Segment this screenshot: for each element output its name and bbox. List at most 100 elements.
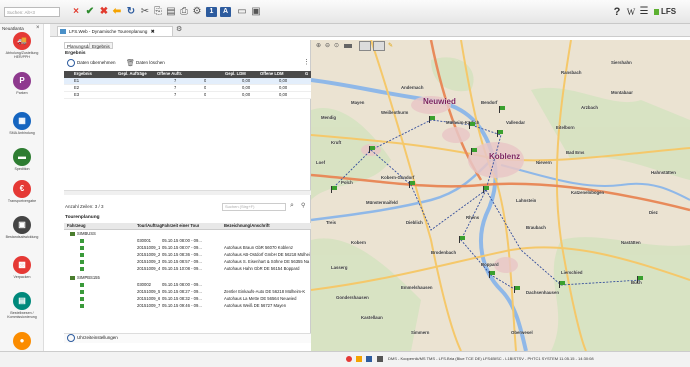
- flag-icon[interactable]: [409, 181, 415, 188]
- sidebar-item[interactable]: 🚚 Abholung/Zustellung HER/PPH: [0, 32, 44, 59]
- col-header[interactable]: Bezeichnung/Anschrift: [224, 223, 270, 229]
- tab-close-icon[interactable]: ✖: [151, 29, 155, 35]
- table-row[interactable]: E3 7 0 0,00 0,00: [64, 92, 311, 99]
- sidebar-item[interactable]: ●: [0, 332, 44, 351]
- more-menu-icon[interactable]: ⋮: [303, 58, 310, 66]
- filter-icon[interactable]: ⚲: [301, 202, 305, 209]
- col-header[interactable]: Fahrzeug: [67, 223, 86, 229]
- flag-icon[interactable]: [497, 130, 503, 137]
- tour-row[interactable]: 20151009_1 05.10.15 08:07 - 09... Autohaus…: [64, 245, 311, 251]
- help-icon[interactable]: ?: [612, 6, 622, 18]
- map-view[interactable]: Andernach Neuwied Bendorf Koblenz Lahnstein B…: [311, 40, 690, 351]
- map-canvas[interactable]: [311, 40, 690, 351]
- flag-icon[interactable]: [637, 276, 643, 283]
- truck-icon: 🚚: [13, 32, 31, 50]
- paste-icon[interactable]: ▤: [165, 6, 177, 18]
- monitor-icon[interactable]: [377, 356, 383, 362]
- flag-icon[interactable]: [369, 146, 375, 153]
- clock-icon[interactable]: [67, 334, 75, 342]
- subtab-ergebnis[interactable]: Ergebnis: [89, 42, 113, 49]
- trash-icon[interactable]: 🗑: [126, 59, 135, 67]
- zoom-icon[interactable]: ⊙: [334, 42, 339, 49]
- flag-icon[interactable]: [469, 122, 475, 129]
- cancel-icon[interactable]: ✖: [98, 6, 110, 18]
- layer-icon[interactable]: [373, 41, 385, 51]
- sq-button-a[interactable]: A: [220, 7, 231, 17]
- warning-icon[interactable]: [356, 356, 362, 362]
- flag-icon[interactable]: [459, 236, 465, 243]
- flag-icon[interactable]: [331, 186, 337, 193]
- table-row[interactable]: E1 7 0 0,00 0,00: [64, 78, 311, 85]
- take-over-button[interactable]: Daten übernehmen: [77, 60, 116, 65]
- sidebar-item[interactable]: ▤ Bestellwesen / Kommissionierung: [0, 292, 44, 319]
- search-input[interactable]: Suchen: Alt+3: [4, 7, 60, 17]
- tour-row[interactable]: 20151009_7 05.10.15 09:46 - 09... Autohaus…: [64, 303, 311, 309]
- flag-icon[interactable]: [471, 148, 477, 155]
- zoom-out-icon[interactable]: ⊖: [325, 42, 330, 49]
- table-cell: 0,00: [242, 92, 251, 97]
- tour-group[interactable]: SIMBUSS: [64, 231, 311, 237]
- cut-icon[interactable]: ✂: [139, 6, 151, 18]
- tab-tourenplanung[interactable]: LFS.Web - Dynamische Tourenplanung ✖: [57, 26, 173, 36]
- flag-icon: [80, 260, 84, 264]
- sidebar-item[interactable]: ▦ SMA Anbindung: [0, 112, 44, 135]
- sidebar-item[interactable]: € Transportvergabe: [0, 180, 44, 203]
- close-icon[interactable]: ×: [72, 6, 80, 18]
- flag-icon[interactable]: [429, 116, 435, 123]
- h-scrollbar[interactable]: [64, 190, 311, 195]
- flag-icon[interactable]: [489, 271, 495, 278]
- document-icon[interactable]: ▭: [236, 6, 248, 18]
- settings-icon[interactable]: ⚙: [191, 6, 203, 18]
- col-header[interactable]: Offene LDM: [260, 71, 284, 77]
- tour-row[interactable]: 20151009_6 05.10.15 08:32 - 09... Autohaus…: [64, 296, 311, 302]
- sidebar-close-icon[interactable]: ×: [36, 25, 40, 31]
- menu-icon[interactable]: ☰: [638, 6, 650, 18]
- col-header[interactable]: Gepl. Aufträge: [118, 71, 147, 77]
- ruler-icon[interactable]: [344, 44, 352, 48]
- tour-row[interactable]: 20151009_2 05.10.15 08:36 - 09... Autohaus…: [64, 252, 311, 258]
- take-over-icon[interactable]: [67, 59, 75, 67]
- sidebar-item[interactable]: ▣ Bestandsabwicklung: [0, 216, 44, 239]
- col-header[interactable]: Fahrzeit einer Tour: [162, 223, 199, 229]
- delete-button[interactable]: Daten löschen: [136, 60, 165, 65]
- col-header[interactable]: Tour/Auftrag: [137, 223, 162, 229]
- tour-row[interactable]: 030002 05.10.15 08:00 - 09...: [64, 282, 311, 288]
- tour-row[interactable]: 20151009_5 05.10.15 08:27 - 09... Zentler …: [64, 289, 311, 295]
- monitor-icon[interactable]: ▣: [250, 6, 262, 18]
- info-icon[interactable]: [366, 356, 372, 362]
- sidebar-item[interactable]: P Parken: [0, 72, 44, 95]
- refresh-icon[interactable]: ↻: [125, 6, 137, 18]
- table-row[interactable]: E2 7 0 0,00 0,00: [64, 85, 311, 92]
- check-icon[interactable]: ✔: [84, 6, 96, 18]
- flag-icon[interactable]: [514, 286, 520, 293]
- flag-icon[interactable]: [483, 186, 489, 193]
- sidebar-item[interactable]: ▬ Spedition: [0, 148, 44, 171]
- tour-row[interactable]: 20151009_3 05.10.15 08:57 - 09... Autohaus…: [64, 259, 311, 265]
- flag-icon[interactable]: [499, 106, 505, 113]
- col-header[interactable]: Gepl. LDM: [225, 71, 246, 77]
- calendar-icon: ▦: [13, 112, 31, 130]
- print-icon[interactable]: ⎙: [178, 6, 190, 18]
- tour-group[interactable]: SIMPBS155: [64, 275, 311, 281]
- col-header[interactable]: G: [305, 71, 308, 77]
- zoom-in-icon[interactable]: ⊕: [316, 42, 321, 49]
- sq-button-1[interactable]: 1: [206, 7, 217, 17]
- error-icon[interactable]: [346, 356, 352, 362]
- col-header[interactable]: Offene Auftr.: [157, 71, 182, 77]
- layer-icon[interactable]: [359, 41, 371, 51]
- tour-row[interactable]: 030001 05.10.15 08:00 - 09...: [64, 238, 311, 244]
- tab-settings-icon[interactable]: ⚙: [176, 25, 182, 33]
- filter-input[interactable]: Suchen (Strg+F): [222, 203, 286, 211]
- col-header[interactable]: Ergebnis: [74, 71, 92, 77]
- flag-icon[interactable]: [559, 281, 565, 288]
- search-icon[interactable]: ⌕: [290, 202, 294, 210]
- time-settings-button[interactable]: Uhrzeiteinstellungen: [77, 335, 118, 340]
- map-place-label: Braubach: [526, 225, 546, 230]
- w-icon[interactable]: W: [626, 6, 636, 18]
- tour-row[interactable]: 20151009_4 05.10.15 10:08 - 09... Autohaus…: [64, 266, 311, 272]
- sidebar-item-label: Bestellwesen / Kommissionierung: [7, 311, 37, 319]
- back-arrow-icon[interactable]: ⬅: [111, 6, 123, 18]
- copy-icon[interactable]: ⎘: [152, 6, 164, 18]
- sidebar-item[interactable]: ▩ Verpacken: [0, 256, 44, 279]
- pencil-icon[interactable]: ✎: [388, 42, 393, 49]
